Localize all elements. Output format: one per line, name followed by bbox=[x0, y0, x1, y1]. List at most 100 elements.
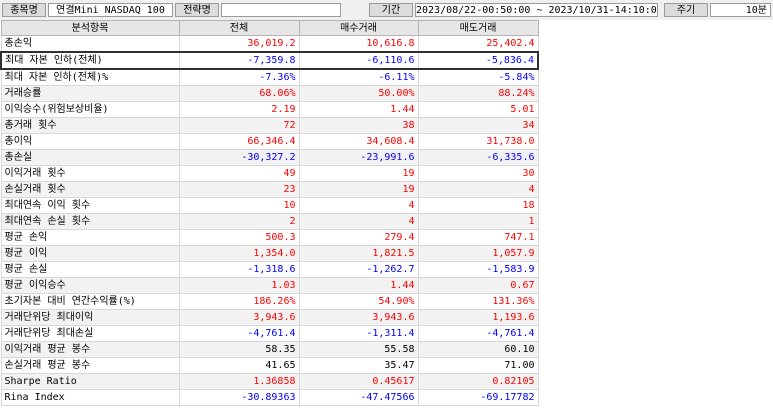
value-total: -1,318.6 bbox=[178, 261, 300, 278]
table-row[interactable]: 총손익 36,019.2 10,616.8 25,402.4 bbox=[0, 35, 539, 53]
strategy-field[interactable] bbox=[221, 3, 341, 17]
table-row[interactable]: Sharpe Ratio 1.36858 0.45617 0.82105 bbox=[0, 373, 539, 390]
value-sell: 1 bbox=[417, 213, 539, 230]
value-total: 41.65 bbox=[178, 357, 300, 374]
row-label: 거래단위당 최대손실 bbox=[0, 325, 180, 342]
value-buy: 1.44 bbox=[298, 277, 419, 294]
table-row[interactable]: 최대연속 이익 횟수 10 4 18 bbox=[0, 197, 539, 214]
value-sell: 4 bbox=[417, 181, 539, 198]
row-label: Sharpe Ratio bbox=[0, 373, 180, 390]
table-row[interactable]: Rina Index -30.89363 -47.47566 -69.17782 bbox=[0, 389, 539, 406]
row-label: 손실거래 횟수 bbox=[0, 181, 180, 198]
table-row[interactable]: 손실거래 횟수 23 19 4 bbox=[0, 181, 539, 198]
value-buy: 279.4 bbox=[298, 229, 419, 246]
table-row[interactable]: 초기자본 대비 연간수익률(%) 186.26% 54.90% 131.36% bbox=[0, 293, 539, 310]
value-buy: 34,608.4 bbox=[298, 133, 419, 150]
value-total: 1.03 bbox=[178, 277, 300, 294]
value-sell: 34 bbox=[417, 117, 539, 134]
table-row[interactable]: 평균 손실 -1,318.6 -1,262.7 -1,583.9 bbox=[0, 261, 539, 278]
row-label: 거래승률 bbox=[0, 85, 180, 102]
value-buy: 10,616.8 bbox=[298, 35, 419, 53]
table-row[interactable]: 거래단위당 최대손실 -4,761.4 -1,311.4 -4,761.4 bbox=[0, 325, 539, 342]
value-buy: 1,821.5 bbox=[298, 245, 419, 262]
value-total: -4,761.4 bbox=[178, 325, 300, 342]
cycle-field[interactable]: 10분 bbox=[710, 3, 771, 17]
value-sell: 0.67 bbox=[417, 277, 539, 294]
table-row[interactable]: 거래단위당 최대이익 3,943.6 3,943.6 1,193.6 bbox=[0, 309, 539, 326]
table-row[interactable]: 최대연속 손실 횟수 2 4 1 bbox=[0, 213, 539, 230]
value-sell: -6,335.6 bbox=[417, 149, 539, 166]
table-row[interactable]: 거래승률 68.06% 50.00% 88.24% bbox=[0, 85, 539, 102]
row-label: 평균 이익승수 bbox=[0, 277, 180, 294]
value-sell: 88.24% bbox=[417, 85, 539, 102]
value-total: -30,327.2 bbox=[178, 149, 300, 166]
value-total: 49 bbox=[178, 165, 300, 182]
table-row[interactable]: 총손실 -30,327.2 -23,991.6 -6,335.6 bbox=[0, 149, 539, 166]
value-sell: 131.36% bbox=[417, 293, 539, 310]
value-buy: 55.58 bbox=[298, 341, 419, 358]
value-sell: 1,057.9 bbox=[417, 245, 539, 262]
table-row[interactable]: 이익거래 평균 봉수 58.35 55.58 60.10 bbox=[0, 341, 539, 358]
value-sell: 747.1 bbox=[417, 229, 539, 246]
table-row[interactable]: 최대 자본 인하(전체) -7,359.8 -6,110.6 -5,836.4 bbox=[0, 51, 539, 70]
value-total: 68.06% bbox=[178, 85, 300, 102]
period-label: 기간 bbox=[369, 3, 413, 17]
table-row[interactable]: 이익거래 횟수 49 19 30 bbox=[0, 165, 539, 182]
table-row[interactable]: 총이익 66,346.4 34,608.4 31,738.0 bbox=[0, 133, 539, 150]
value-sell: 31,738.0 bbox=[417, 133, 539, 150]
period-field[interactable]: 2023/08/22-00:50:00 ~ 2023/10/31-14:10:0… bbox=[415, 3, 658, 17]
value-buy: 19 bbox=[298, 165, 419, 182]
column-header-total: 전체 bbox=[178, 20, 300, 36]
value-buy: -1,311.4 bbox=[298, 325, 419, 342]
value-total: 72 bbox=[178, 117, 300, 134]
value-total: -7,359.8 bbox=[178, 51, 300, 70]
value-total: 2.19 bbox=[178, 101, 300, 118]
value-total: -7.36% bbox=[178, 68, 300, 86]
symbol-label: 종목명 bbox=[2, 3, 46, 17]
value-sell: -5.84% bbox=[417, 68, 539, 86]
value-buy: 50.00% bbox=[298, 85, 419, 102]
value-total: 58.35 bbox=[178, 341, 300, 358]
value-buy: 38 bbox=[298, 117, 419, 134]
row-label: 최대연속 이익 횟수 bbox=[0, 197, 180, 214]
row-label: 총거래 횟수 bbox=[0, 117, 180, 134]
table-row[interactable]: 손실거래 평균 봉수 41.65 35.47 71.00 bbox=[0, 357, 539, 374]
value-sell: 1,193.6 bbox=[417, 309, 539, 326]
value-buy: -47.47566 bbox=[298, 389, 419, 406]
row-label: 총손실 bbox=[0, 149, 180, 166]
value-sell: -69.17782 bbox=[417, 389, 539, 406]
value-sell: -1,583.9 bbox=[417, 261, 539, 278]
value-total: 500.3 bbox=[178, 229, 300, 246]
table-row[interactable]: 평균 손익 500.3 279.4 747.1 bbox=[0, 229, 539, 246]
analysis-table: 분석항목 전체 매수거래 매도거래 총손익 36,019.2 10,616.8 25,… bbox=[0, 20, 539, 406]
value-total: 10 bbox=[178, 197, 300, 214]
value-total: 186.26% bbox=[178, 293, 300, 310]
table-row[interactable]: 이익승수(위험보상비율) 2.19 1.44 5.01 bbox=[0, 101, 539, 118]
value-total: 1.36858 bbox=[178, 373, 300, 390]
table-row[interactable]: 최대 자본 인하(전체)% -7.36% -6.11% -5.84% bbox=[0, 68, 539, 86]
table-row[interactable]: 총거래 횟수 72 38 34 bbox=[0, 117, 539, 134]
header-bar: 종목명 연결Mini NASDAQ 100 전략명 기간 2023/08/22-… bbox=[0, 0, 773, 20]
strategy-label: 전략명 bbox=[175, 3, 219, 17]
value-sell: -5,836.4 bbox=[417, 51, 539, 70]
value-buy: -23,991.6 bbox=[298, 149, 419, 166]
value-buy: -6,110.6 bbox=[298, 51, 419, 70]
value-total: 1,354.0 bbox=[178, 245, 300, 262]
column-header-buy: 매수거래 bbox=[298, 20, 419, 36]
row-label: 이익거래 평균 봉수 bbox=[0, 341, 180, 358]
value-total: 2 bbox=[178, 213, 300, 230]
value-buy: 19 bbox=[298, 181, 419, 198]
row-label: 총손익 bbox=[0, 35, 180, 53]
value-total: 66,346.4 bbox=[178, 133, 300, 150]
value-sell: 18 bbox=[417, 197, 539, 214]
value-buy: 4 bbox=[298, 213, 419, 230]
value-total: 3,943.6 bbox=[178, 309, 300, 326]
value-sell: -4,761.4 bbox=[417, 325, 539, 342]
symbol-field[interactable]: 연결Mini NASDAQ 100 bbox=[48, 3, 173, 17]
row-label: 이익승수(위험보상비율) bbox=[0, 101, 180, 118]
table-row[interactable]: 평균 이익 1,354.0 1,821.5 1,057.9 bbox=[0, 245, 539, 262]
row-label: 초기자본 대비 연간수익률(%) bbox=[0, 293, 180, 310]
value-buy: 35.47 bbox=[298, 357, 419, 374]
value-sell: 25,402.4 bbox=[417, 35, 539, 53]
table-row[interactable]: 평균 이익승수 1.03 1.44 0.67 bbox=[0, 277, 539, 294]
